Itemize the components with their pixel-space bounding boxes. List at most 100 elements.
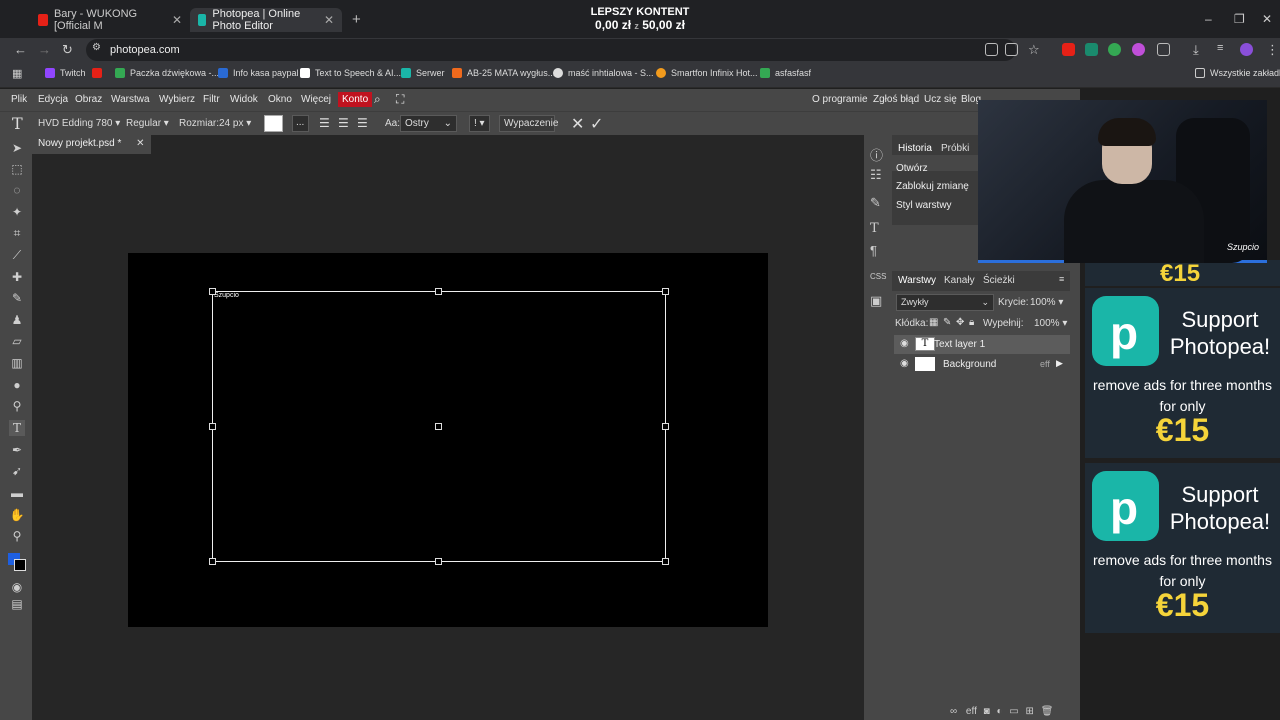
forward-arrow-icon[interactable]: →	[38, 42, 51, 57]
profile-avatar[interactable]	[1240, 43, 1253, 56]
paragraph-panel-icon[interactable]: ¶	[870, 243, 877, 258]
new-layer-icon[interactable]: ⊞	[1026, 706, 1034, 717]
tab-channels[interactable]: Kanały	[944, 275, 975, 286]
font-size-input[interactable]: 24 px ▾	[219, 118, 251, 129]
transform-handle[interactable]	[435, 288, 442, 295]
history-item[interactable]: Zablokuj zmianę	[896, 181, 969, 192]
close-tab-icon[interactable]: ✕	[324, 13, 334, 27]
close-window-button[interactable]: ✕	[1262, 12, 1272, 26]
menu-obraz[interactable]: Obraz	[75, 94, 102, 105]
lock-position-icon[interactable]: ✥	[956, 317, 964, 328]
tab-photopea[interactable]: Photopea | Online Photo Editor ✕	[190, 8, 342, 32]
extension-icon[interactable]	[1062, 43, 1075, 56]
extension-icon[interactable]	[1085, 43, 1098, 56]
visibility-eye-icon[interactable]: ◉	[900, 338, 909, 349]
close-document-icon[interactable]: ✕	[136, 138, 144, 149]
media-control-icon[interactable]: ≡	[1217, 42, 1223, 54]
browser-menu-icon[interactable]: ⋮	[1266, 42, 1279, 58]
transform-handle[interactable]	[662, 558, 669, 565]
tab-youtube[interactable]: Bary - WUKONG [Official M ✕	[30, 8, 190, 32]
photopea-ad-banner[interactable]: p Support Photopea! remove ads for three…	[1085, 463, 1280, 633]
layer-row[interactable]: ◉ Background eff ▶	[894, 355, 1070, 374]
menu-wiecej[interactable]: Więcej	[301, 94, 331, 105]
url-input[interactable]: photopea.com	[86, 39, 1016, 61]
bookmark-twitch[interactable]: Twitch	[45, 68, 86, 78]
lock-all-icon[interactable]: 🔒︎	[969, 317, 974, 328]
link-report-bug[interactable]: Zgłoś błąd	[873, 94, 919, 105]
tab-swatches[interactable]: Próbki	[941, 143, 969, 154]
transform-handle[interactable]	[662, 288, 669, 295]
bookmark-paypal[interactable]: Info kasa paypal	[218, 68, 299, 78]
healing-brush-icon[interactable]: ✚	[9, 269, 25, 285]
search-icon[interactable]: ⌕	[374, 92, 381, 107]
fill-input[interactable]: 100% ▾	[1034, 318, 1067, 329]
image-panel-icon[interactable]: ▣	[870, 293, 882, 309]
align-right-icon[interactable]: ☰	[357, 116, 368, 130]
close-tab-icon[interactable]: ✕	[172, 13, 182, 27]
tab-history[interactable]: Historia	[898, 143, 932, 154]
layer-row[interactable]: ◉ T Text layer 1	[894, 335, 1070, 354]
transform-handle[interactable]	[435, 423, 442, 430]
character-panel-icon[interactable]: T	[870, 221, 879, 236]
extensions-puzzle-icon[interactable]	[1157, 43, 1170, 56]
account-button[interactable]: Konto	[338, 92, 373, 107]
font-family-select[interactable]: HVD Edding 780 ▾	[38, 118, 120, 129]
screen-mode-icon[interactable]: ▤	[9, 596, 25, 612]
align-left-icon[interactable]: ☰	[319, 116, 330, 130]
background-color-swatch[interactable]	[14, 559, 26, 571]
menu-okno[interactable]: Okno	[268, 94, 292, 105]
minimize-button[interactable]: –	[1205, 12, 1212, 26]
more-options-button[interactable]: ...	[292, 115, 309, 132]
adjustment-layer-icon[interactable]: ◐	[996, 706, 1002, 717]
bookmark-paczka[interactable]: Paczka dźwiękowa -...	[115, 68, 219, 78]
history-item[interactable]: Styl warstwy	[896, 200, 952, 211]
menu-edycja[interactable]: Edycja	[38, 94, 68, 105]
blend-mode-select[interactable]: Zwykły ⌄	[896, 294, 994, 311]
document-tab[interactable]: Nowy projekt.psd * ✕	[32, 135, 151, 154]
lasso-tool-icon[interactable]: ◌	[9, 182, 25, 198]
menu-plik[interactable]: Plik	[11, 94, 27, 105]
transform-handle[interactable]	[209, 558, 216, 565]
gradient-tool-icon[interactable]: ▥	[9, 355, 25, 371]
stamp-tool-icon[interactable]: ♟	[9, 312, 25, 328]
bookmark-masc[interactable]: maść inhtialowa - S...	[553, 68, 654, 78]
bookmark-star-icon[interactable]: ☆	[1028, 42, 1040, 58]
transform-handle[interactable]	[209, 288, 216, 295]
tab-paths[interactable]: Ścieżki	[983, 275, 1015, 286]
info-icon[interactable]: ⓘ	[870, 145, 883, 164]
warp-button[interactable]: Wypaczenie	[499, 115, 558, 132]
lock-transparency-icon[interactable]: ▦	[929, 317, 938, 328]
extension-icon[interactable]	[1108, 43, 1121, 56]
link-about[interactable]: O programie	[812, 94, 868, 105]
link-learn[interactable]: Ucz się	[924, 94, 957, 105]
pen-tool-icon[interactable]: ✒	[9, 442, 25, 458]
bookmark-smartfon[interactable]: Smartfon Infinix Hot...	[656, 68, 758, 78]
back-arrow-icon[interactable]: ←	[14, 42, 27, 57]
link-layers-icon[interactable]: ∞	[950, 706, 957, 717]
brush-tool-icon[interactable]: ✎	[9, 290, 25, 306]
share-icon[interactable]	[1005, 43, 1018, 56]
fullscreen-icon[interactable]: ⛶	[396, 92, 404, 107]
eyedropper-icon[interactable]: ⟋	[9, 247, 25, 263]
add-effect-button[interactable]: eff	[966, 706, 977, 717]
font-style-select[interactable]: Regular ▾	[126, 118, 169, 129]
crop-tool-icon[interactable]: ⌗	[9, 225, 25, 241]
eraser-icon[interactable]: ▱	[9, 333, 25, 349]
bookmark-mata[interactable]: AB-25 MATA wygłus...	[452, 68, 555, 78]
tab-layers[interactable]: Warstwy	[898, 275, 936, 286]
download-icon[interactable]: ⤓	[1193, 42, 1199, 58]
add-mask-icon[interactable]: ◙	[984, 706, 990, 717]
extension-icon[interactable]	[1132, 43, 1145, 56]
visibility-eye-icon[interactable]: ◉	[900, 358, 909, 369]
properties-icon[interactable]: ☷	[870, 167, 882, 183]
extra-select[interactable]: ! ▾	[469, 115, 490, 132]
bookmark-tts[interactable]: Text to Speech & AI...	[300, 68, 401, 78]
panel-menu-icon[interactable]: ≡	[1059, 274, 1064, 284]
layer-effects-label[interactable]: eff	[1040, 359, 1050, 369]
path-select-icon[interactable]: ➹	[9, 463, 25, 479]
lock-pixels-icon[interactable]: ✎	[943, 317, 951, 328]
new-folder-icon[interactable]: ▭	[1009, 706, 1018, 717]
align-center-icon[interactable]: ☰	[338, 116, 349, 130]
type-tool-icon[interactable]: T	[9, 420, 25, 436]
blur-tool-icon[interactable]: ●	[9, 377, 25, 393]
